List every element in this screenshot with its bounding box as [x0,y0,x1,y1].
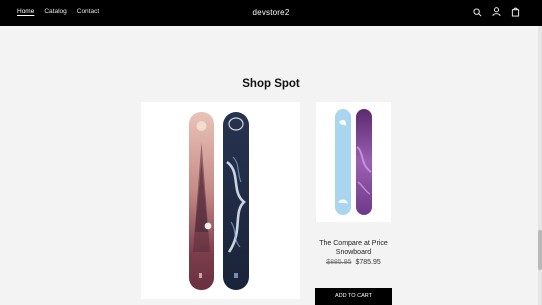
product-image[interactable] [316,102,391,222]
section-title: Shop Spot [242,77,300,90]
cart-icon[interactable] [510,6,520,18]
featured-product-image[interactable] [141,102,300,299]
product-price: $885.95 $785.95 [315,259,392,266]
add-to-cart-button[interactable]: ADD TO CART [315,288,392,305]
store-logo[interactable]: devstore2 [0,8,542,17]
compare-at-price: $885.95 [326,259,352,266]
site-header: Home Catalog Contact devstore2 [0,0,542,26]
scrollbar-thumb[interactable] [538,230,542,270]
search-icon[interactable] [472,6,482,18]
account-icon[interactable] [491,6,501,18]
product-title[interactable]: The Compare at Price Snowboard [315,239,392,257]
header-icons [472,6,520,18]
sale-price: $785.95 [355,259,381,266]
